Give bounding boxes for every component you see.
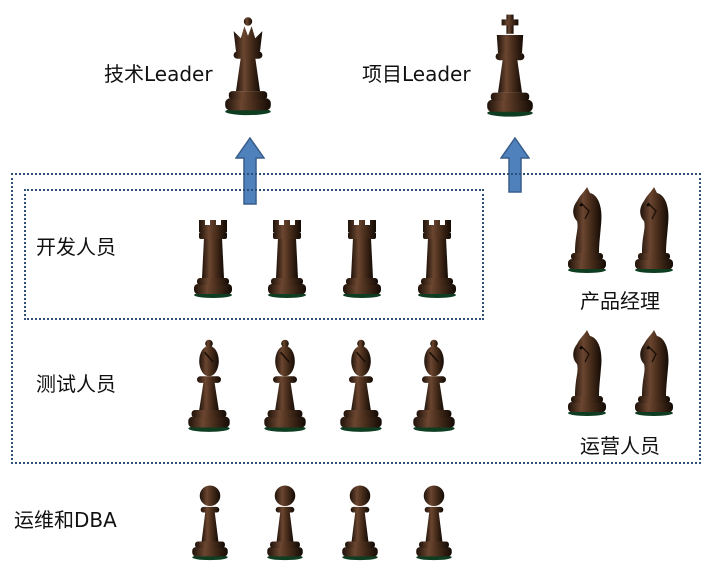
- pawn-piece: [188, 478, 232, 562]
- ops-dba-label: 运维和DBA: [14, 508, 117, 532]
- project-leader-label: 项目Leader: [362, 62, 471, 86]
- pawn-piece: [338, 478, 382, 562]
- queen-piece: [224, 6, 272, 121]
- product-managers-label: 产品经理: [580, 289, 660, 313]
- rook-piece: [264, 210, 310, 300]
- bishop-piece: [411, 336, 457, 434]
- bishop-piece: [262, 336, 308, 434]
- pawn-piece: [412, 478, 456, 562]
- testers-label: 测试人员: [36, 372, 116, 396]
- knight-piece: [631, 328, 677, 418]
- bishop-piece: [338, 336, 384, 434]
- rook-piece: [414, 210, 460, 300]
- rook-piece: [339, 210, 385, 300]
- rook-piece: [190, 210, 236, 300]
- tech-leader-label: 技术Leader: [104, 62, 213, 86]
- developers-label: 开发人员: [36, 235, 116, 259]
- pawn-piece: [263, 478, 307, 562]
- king-piece: [486, 6, 534, 124]
- knight-piece: [564, 328, 610, 418]
- operations-label: 运营人员: [580, 434, 660, 458]
- knight-piece: [631, 185, 677, 275]
- bishop-piece: [186, 336, 232, 434]
- knight-piece: [564, 185, 610, 275]
